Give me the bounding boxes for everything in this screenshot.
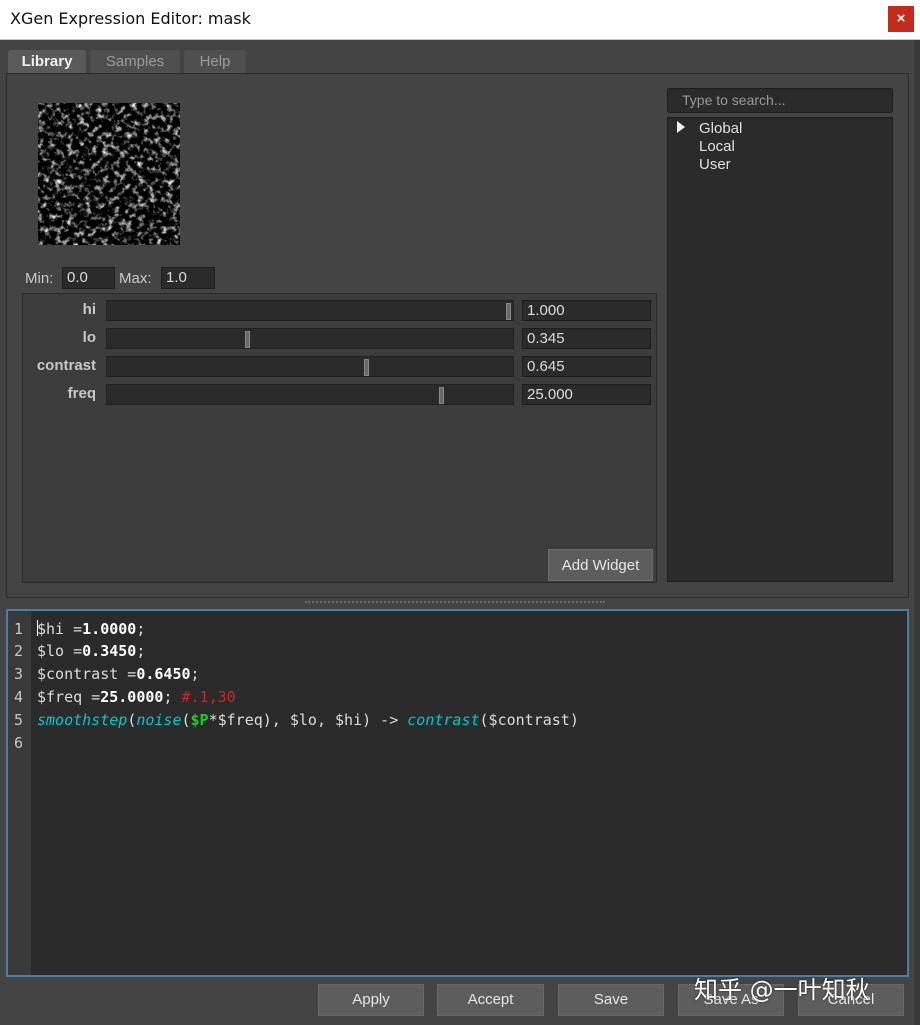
value-field[interactable]: 0.345 [522, 328, 651, 349]
line-number: 5 [14, 711, 24, 729]
tree-item-global[interactable]: Global [699, 120, 742, 137]
slider-handle[interactable] [245, 331, 250, 348]
line-number: 6 [14, 734, 24, 752]
save-button[interactable]: Save [558, 984, 664, 1016]
line-number: 1 [14, 620, 24, 638]
search-input[interactable]: Type to search... [667, 88, 893, 113]
line-number: 2 [14, 642, 24, 660]
line-number: 4 [14, 688, 24, 706]
value-field[interactable]: 0.645 [522, 356, 651, 377]
widget-row-hi: hi 1.000 [23, 298, 656, 322]
max-field[interactable]: 1.0 [161, 267, 215, 289]
line-number-gutter: 1 2 3 4 5 6 [8, 611, 31, 975]
library-tree: Global Local User [667, 117, 893, 582]
widget-label: contrast [36, 357, 96, 374]
slider-track[interactable] [106, 356, 514, 377]
slider-track[interactable] [106, 300, 514, 321]
slider-track[interactable] [106, 384, 514, 405]
tree-item-user[interactable]: User [699, 156, 731, 173]
tree-item-local[interactable]: Local [699, 138, 735, 155]
apply-button[interactable]: Apply [318, 984, 424, 1016]
widget-label: freq [67, 385, 96, 402]
noise-preview-graphic [38, 103, 180, 245]
tab-library[interactable]: Library [8, 50, 86, 74]
add-widget-button[interactable]: Add Widget [548, 549, 653, 581]
window-title: XGen Expression Editor: mask [10, 9, 251, 28]
widget-label: lo [82, 329, 96, 346]
code-line: $contrast =0.6450; [37, 665, 200, 683]
noise-preview-image [38, 103, 180, 245]
slider-handle[interactable] [364, 359, 369, 376]
slider-handle[interactable] [439, 387, 444, 404]
code-line: smoothstep(noise($P*$freq), $lo, $hi) ->… [37, 711, 579, 729]
code-area[interactable]: $hi =1.0000; $lo =0.3450; $contrast =0.6… [37, 611, 579, 755]
slider-handle[interactable] [506, 303, 511, 320]
max-label: Max: [119, 270, 152, 287]
expand-arrow-icon[interactable] [677, 121, 685, 133]
min-field[interactable]: 0.0 [62, 267, 115, 289]
close-button[interactable]: × [888, 6, 914, 32]
value-field[interactable]: 1.000 [522, 300, 651, 321]
text-cursor [37, 620, 38, 636]
slider-track[interactable] [106, 328, 514, 349]
widget-row-lo: lo 0.345 [23, 326, 656, 350]
widget-row-contrast: contrast 0.645 [23, 354, 656, 378]
code-line: $lo =0.3450; [37, 642, 146, 660]
tab-samples[interactable]: Samples [90, 50, 180, 74]
code-line: $hi =1.0000; [37, 620, 146, 638]
window-edge [914, 40, 920, 1025]
widget-row-freq: freq 25.000 [23, 382, 656, 406]
title-bar: XGen Expression Editor: mask × [0, 0, 920, 40]
accept-button[interactable]: Accept [437, 984, 544, 1016]
value-field[interactable]: 25.000 [522, 384, 651, 405]
widget-panel: hi 1.000 lo 0.345 contrast 0.645 freq 25… [22, 293, 657, 583]
min-label: Min: [25, 270, 54, 287]
widget-label: hi [82, 301, 96, 318]
watermark-text: 知乎 @一叶知秋 [694, 976, 870, 1004]
tab-help[interactable]: Help [184, 50, 246, 74]
code-line: $freq =25.0000; #.1,30 [37, 688, 236, 706]
expression-editor[interactable]: 1 2 3 4 5 6 $hi =1.0000; $lo =0.3450; $c… [6, 609, 909, 977]
pane-splitter[interactable] [305, 601, 605, 605]
line-number: 3 [14, 665, 24, 683]
